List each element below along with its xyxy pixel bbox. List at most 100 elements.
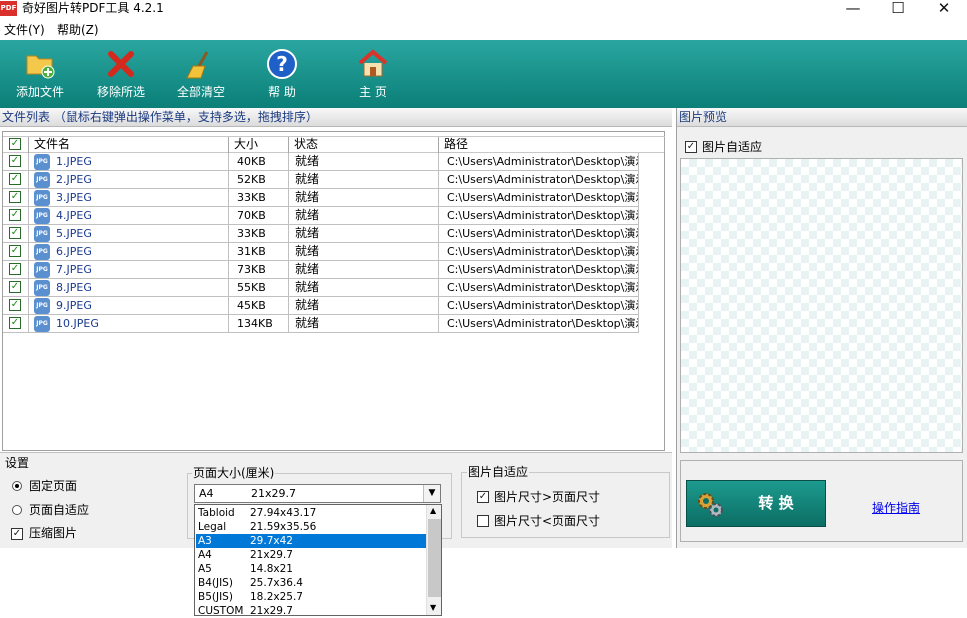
row-checkbox[interactable]: ✓ bbox=[9, 299, 21, 311]
row-check-cell[interactable]: ✓ bbox=[3, 207, 29, 225]
preview-auto-fit-checkbox[interactable]: ✓ bbox=[685, 141, 697, 153]
image-lt-page-checkbox[interactable] bbox=[477, 515, 489, 527]
table-row[interactable]: ✓ 45KB 就绪 C:\Users\Administrator\Desktop\演示… bbox=[3, 297, 639, 315]
scroll-up-icon[interactable]: ▲ bbox=[430, 506, 436, 516]
image-lt-page-label: 图片尺寸<页面尺寸 bbox=[494, 514, 601, 528]
maximize-button[interactable]: ☐ bbox=[875, 0, 921, 18]
row-check-cell[interactable]: ✓ bbox=[3, 279, 29, 297]
row-checkbox[interactable]: ✓ bbox=[9, 191, 21, 203]
size-cell: 45KB bbox=[229, 297, 289, 315]
select-all-checkbox[interactable]: ✓ bbox=[9, 138, 21, 150]
scroll-thumb[interactable] bbox=[428, 519, 441, 597]
row-check-cell[interactable]: ✓ bbox=[3, 243, 29, 261]
image-gt-page-checkbox[interactable]: ✓ bbox=[477, 491, 489, 503]
scroll-down-icon[interactable]: ▼ bbox=[430, 603, 436, 613]
row-checkbox[interactable]: ✓ bbox=[9, 155, 21, 167]
table-row[interactable]: ✓ 33KB 就绪 C:\Users\Administrator\Desktop\演示… bbox=[3, 225, 639, 243]
page-size-option[interactable]: B4(JIS) 25.7x36.4 bbox=[196, 576, 426, 590]
delete-x-icon bbox=[108, 51, 134, 77]
row-checkbox[interactable]: ✓ bbox=[9, 263, 21, 275]
row-checkbox[interactable]: ✓ bbox=[9, 227, 21, 239]
fixed-page-label: 固定页面 bbox=[29, 479, 78, 493]
row-checkbox[interactable]: ✓ bbox=[9, 281, 21, 293]
page-size-dropdown[interactable]: Tabloid 27.94x43.17 Legal 21.59x35.56 A3 29.7… bbox=[194, 504, 442, 618]
fixed-page-radio[interactable] bbox=[12, 481, 22, 491]
option-name: Tabloid bbox=[198, 507, 235, 519]
page-size-select[interactable]: A4 21x29.7 ▼ bbox=[194, 484, 441, 503]
add-file-button[interactable]: 添加文件 bbox=[0, 40, 80, 108]
size-cell: 33KB bbox=[229, 189, 289, 207]
chevron-down-icon[interactable]: ▼ bbox=[423, 485, 440, 502]
size-cell: 134KB bbox=[229, 315, 289, 333]
row-check-cell[interactable]: ✓ bbox=[3, 261, 29, 279]
clear-all-button[interactable]: 全部清空 bbox=[161, 40, 241, 108]
page-size-option[interactable]: Tabloid 27.94x43.17 bbox=[196, 506, 426, 520]
size-cell: 55KB bbox=[229, 279, 289, 297]
table-row[interactable]: ✓ 134KB 就绪 C:\Users\Administrator\Desktop\演… bbox=[3, 315, 639, 333]
option-size: 21x29.7 bbox=[250, 549, 293, 561]
table-row[interactable]: ✓ 70KB 就绪 C:\Users\Administrator\Desktop\演示… bbox=[3, 207, 639, 225]
file-list-column-header: ✓ 文件名 大小 状态 路径 bbox=[3, 136, 665, 153]
page-size-option[interactable]: CUSTOM 21x29.7 bbox=[196, 604, 426, 618]
row-check-cell[interactable]: ✓ bbox=[3, 297, 29, 315]
size-cell: 31KB bbox=[229, 243, 289, 261]
help-label: 帮 助 bbox=[268, 85, 296, 99]
gears-icon bbox=[698, 493, 723, 517]
column-status[interactable]: 状态 bbox=[289, 137, 439, 153]
column-size[interactable]: 大小 bbox=[229, 137, 289, 153]
title-bar: PDF 奇好图片转PDF工具 4.2.1 — ☐ ✕ bbox=[0, 0, 967, 18]
row-checkbox[interactable]: ✓ bbox=[9, 245, 21, 257]
settings-header: 设置 bbox=[5, 456, 30, 470]
file-name: 7.JPEG bbox=[56, 263, 92, 276]
table-row[interactable]: ✓ 31KB 就绪 C:\Users\Administrator\Desktop\演示… bbox=[3, 243, 639, 261]
option-name: B5(JIS) bbox=[198, 591, 233, 603]
jpg-file-icon: JPG bbox=[34, 298, 50, 314]
option-size: 27.94x43.17 bbox=[250, 507, 317, 519]
row-check-cell[interactable]: ✓ bbox=[3, 189, 29, 207]
clear-all-label: 全部清空 bbox=[176, 85, 225, 99]
page-size-option[interactable]: B5(JIS) 18.2x25.7 bbox=[196, 590, 426, 604]
close-button[interactable]: ✕ bbox=[921, 0, 967, 18]
row-check-cell[interactable]: ✓ bbox=[3, 153, 29, 171]
status-cell: 就绪 bbox=[289, 279, 439, 297]
column-filename[interactable]: 文件名 bbox=[29, 137, 229, 153]
help-button[interactable]: ? 帮 助 bbox=[242, 40, 322, 108]
table-row[interactable]: ✓ 52KB 就绪 C:\Users\Administrator\Desktop\演示… bbox=[3, 171, 639, 189]
table-row[interactable]: ✓ 33KB 就绪 C:\Users\Administrator\Desktop\演示… bbox=[3, 189, 639, 207]
jpg-file-icon: JPG bbox=[34, 226, 50, 242]
row-checkbox[interactable]: ✓ bbox=[9, 209, 21, 221]
page-size-option[interactable]: A5 14.8x21 bbox=[196, 562, 426, 576]
table-row[interactable]: ✓ 40KB 就绪 C:\Users\Administrator\Desktop\演示… bbox=[3, 153, 639, 171]
page-size-option[interactable]: Legal 21.59x35.56 bbox=[196, 520, 426, 534]
row-check-cell[interactable]: ✓ bbox=[3, 315, 29, 333]
home-button[interactable]: 主 页 bbox=[333, 40, 413, 108]
page-auto-fit-radio[interactable] bbox=[12, 505, 22, 515]
menu-help[interactable]: 帮助(Z) bbox=[57, 22, 99, 38]
operation-guide-link[interactable]: 操作指南 bbox=[872, 499, 920, 516]
select-all-cell[interactable]: ✓ bbox=[3, 137, 29, 153]
jpg-file-icon: JPG bbox=[34, 280, 50, 296]
file-name: 10.JPEG bbox=[56, 317, 99, 330]
size-cell: 52KB bbox=[229, 171, 289, 189]
row-checkbox[interactable]: ✓ bbox=[9, 173, 21, 185]
column-path[interactable]: 路径 bbox=[439, 137, 665, 153]
file-name: 8.JPEG bbox=[56, 281, 92, 294]
table-row[interactable]: ✓ 55KB 就绪 C:\Users\Administrator\Desktop\演示… bbox=[3, 279, 639, 297]
remove-selected-button[interactable]: 移除所选 bbox=[81, 40, 161, 108]
page-size-option[interactable]: A3 29.7x42 bbox=[196, 534, 426, 548]
page-size-option[interactable]: A4 21x29.7 bbox=[196, 548, 426, 562]
jpg-file-icon: JPG bbox=[34, 244, 50, 260]
table-row[interactable]: ✓ 73KB 就绪 C:\Users\Administrator\Desktop\演示… bbox=[3, 261, 639, 279]
convert-button[interactable]: 转 换 bbox=[686, 480, 826, 527]
file-list[interactable]: ✓ 文件名 大小 状态 路径 ✓ 40KB 就绪 C:\Users\Administr… bbox=[2, 131, 665, 451]
row-checkbox[interactable]: ✓ bbox=[9, 317, 21, 329]
compress-image-checkbox[interactable]: ✓ bbox=[11, 528, 23, 540]
row-check-cell[interactable]: ✓ bbox=[3, 171, 29, 189]
option-name: A3 bbox=[198, 535, 212, 547]
menu-file[interactable]: 文件(Y) bbox=[4, 22, 45, 38]
option-name: A4 bbox=[198, 549, 212, 561]
minimize-button[interactable]: — bbox=[830, 0, 876, 18]
dropdown-scrollbar[interactable]: ▲ ▼ bbox=[426, 505, 441, 615]
row-check-cell[interactable]: ✓ bbox=[3, 225, 29, 243]
add-file-label: 添加文件 bbox=[15, 85, 64, 99]
